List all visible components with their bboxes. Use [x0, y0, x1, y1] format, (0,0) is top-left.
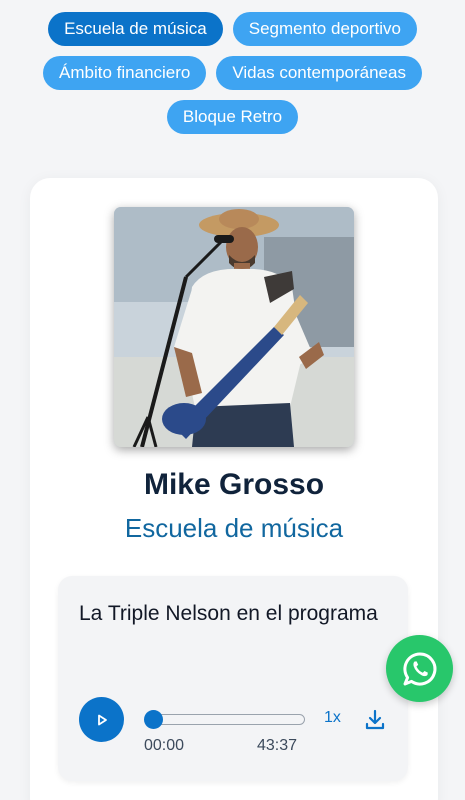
chip-escuela-de-musica[interactable]: Escuela de música [48, 12, 223, 46]
episode-player: La Triple Nelson en el programa 1x 00:00… [58, 576, 408, 781]
chip-ambito-financiero[interactable]: Ámbito financiero [43, 56, 207, 90]
chip-vidas-contemporaneas[interactable]: Vidas contemporáneas [216, 56, 422, 90]
progress-thumb[interactable] [144, 710, 163, 729]
category-chips: Escuela de música Segmento deportivo Ámb… [0, 0, 465, 144]
duration: 43:37 [257, 737, 298, 754]
progress-track[interactable] [146, 714, 305, 725]
download-button[interactable] [363, 708, 387, 732]
play-button[interactable] [79, 697, 124, 742]
page: Escuela de música Segmento deportivo Ámb… [0, 0, 465, 800]
episode-title: La Triple Nelson en el programa [79, 602, 378, 625]
artist-photo [114, 207, 354, 447]
profile-card: Mike Grosso Escuela de música La Triple … [30, 178, 438, 800]
current-time: 00:00 [144, 737, 185, 754]
program-name: Escuela de música [124, 513, 344, 543]
download-icon [365, 709, 385, 730]
artist-photo-illustration [114, 207, 354, 447]
whatsapp-button[interactable] [386, 635, 453, 702]
whatsapp-icon [402, 651, 436, 685]
artist-name: Mike Grosso [143, 468, 325, 501]
play-icon [97, 714, 107, 725]
chip-bloque-retro[interactable]: Bloque Retro [166, 100, 299, 134]
chip-row: Bloque Retro [0, 100, 465, 134]
chip-row: Ámbito financiero Vidas contemporáneas [0, 56, 465, 90]
playback-speed-button[interactable]: 1x [324, 709, 341, 727]
chip-segmento-deportivo[interactable]: Segmento deportivo [232, 12, 417, 46]
chip-row: Escuela de música Segmento deportivo [0, 12, 465, 46]
